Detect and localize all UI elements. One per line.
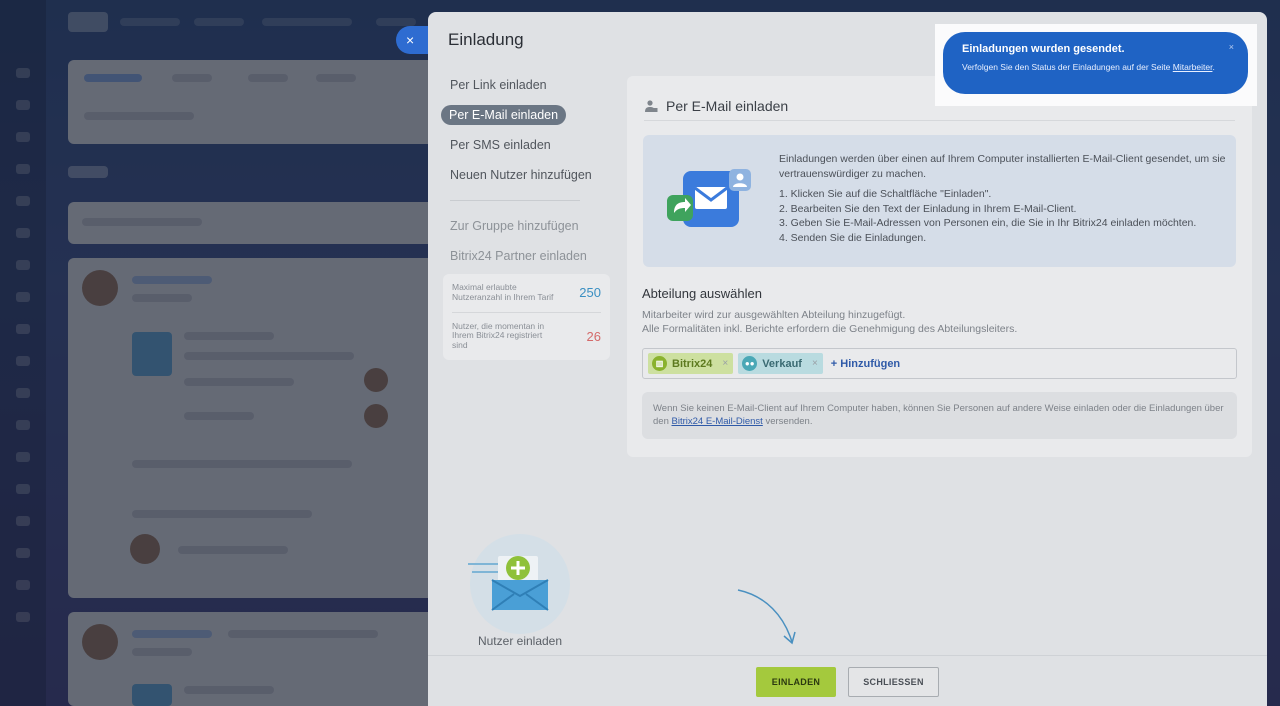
department-tag-bitrix24[interactable]: ▥ Bitrix24 × [648,353,734,374]
notification-title: Einladungen wurden gesendet. [962,43,1125,55]
email-invite-panel: Per E-Mail einladen Einladungen werden ü… [627,76,1252,457]
close-button[interactable]: SCHLIESSEN [848,667,939,697]
notification-popup: Einladungen wurden gesendet. Verfolgen S… [943,32,1248,94]
invite-users-label: Nutzer einladen [477,634,563,648]
email-info-box: Einladungen werden über einen auf Ihrem … [643,135,1236,267]
email-client-note: Wenn Sie keinen E-Mail-Client auf Ihrem … [642,392,1237,439]
email-client-icon [667,169,751,227]
note-text-end: versenden. [762,416,813,427]
info-step-2: 2. Bearbeiten Sie den Text der Einladung… [779,202,1077,215]
info-intro: Einladungen werden über einen auf Ihrem … [779,153,1226,180]
stat-current-label: Nutzer, die momentan in Ihrem Bitrix24 r… [452,320,545,351]
notification-close-icon[interactable]: × [1229,42,1234,52]
nav-item-add-user[interactable]: Neuen Nutzer hinzufügen [440,160,610,190]
stat-max-label: Maximal erlaubte Nutzeranzahl in Ihrem T… [452,282,554,302]
hint-arrow-icon [737,589,796,645]
invite-button[interactable]: EINLADEN [756,667,836,697]
slider-title: Einladung [448,30,524,49]
info-steps: 1. Klicken Sie auf die Schaltfläche "Ein… [779,187,1229,245]
invite-method-nav: Per Link einladen Per E-Mail einladen Pe… [440,70,610,271]
nav-item-partner[interactable]: Bitrix24 Partner einladen [440,241,610,271]
department-description: Mitarbeiter wird zur ausgewählten Abteil… [642,308,1017,336]
stat-max-value: 250 [579,285,601,301]
add-department-link[interactable]: + Hinzufügen [831,358,900,370]
notification-message: Verfolgen Sie den Status der Einladungen… [962,62,1173,72]
group-icon: ●● [742,356,758,371]
slider-footer: EINLADEN SCHLIESSEN [428,655,1267,706]
email-service-link[interactable]: Bitrix24 E-Mail-Dienst [672,416,763,427]
notification-text: Verfolgen Sie den Status der Einladungen… [962,62,1229,73]
invitation-slider: Einladung Per Link einladen Per E-Mail e… [428,12,1267,706]
info-step-1: 1. Klicken Sie auf die Schaltfläche "Ein… [779,188,992,200]
nav-item-link[interactable]: Per Link einladen [440,70,610,100]
nav-divider [450,200,580,201]
panel-title: Per E-Mail einladen [666,97,789,114]
department-selector[interactable]: ▥ Bitrix24 × ●● Verkauf × + Hinzufügen [642,348,1237,379]
nav-item-email[interactable]: Per E-Mail einladen [441,105,567,125]
stat-max-users: Maximal erlaubte Nutzeranzahl in Ihrem T… [452,274,601,312]
stat-current-value: 26 [586,328,601,344]
info-step-4: 4. Senden Sie die Einladungen. [779,231,927,244]
user-invite-icon [645,99,658,112]
department-tag-verkauf[interactable]: ●● Verkauf × [738,353,823,374]
close-icon: × [406,32,415,48]
department-tag-label: Verkauf [762,357,802,370]
remove-tag-icon[interactable]: × [722,358,728,369]
nav-item-sms[interactable]: Per SMS einladen [440,130,610,160]
company-icon: ▥ [652,356,667,371]
info-step-3: 3. Geben Sie E-Mail-Adressen von Persone… [779,217,1197,229]
department-description-line-1: Mitarbeiter wird zur ausgewählten Abteil… [642,309,906,321]
info-text: Einladungen werden über einen auf Ihrem … [779,152,1229,245]
notification-message-end: . [1212,62,1215,72]
nav-item-group[interactable]: Zur Gruppe hinzufügen [440,211,610,241]
stat-current-users: Nutzer, die momentan in Ihrem Bitrix24 r… [452,311,601,360]
remove-tag-icon[interactable]: × [812,358,818,369]
department-title: Abteilung auswählen [642,286,762,301]
user-stats: Maximal erlaubte Nutzeranzahl in Ihrem T… [443,274,610,360]
department-tag-label: Bitrix24 [672,357,713,370]
invite-users-illustration [468,534,570,634]
employees-link[interactable]: Mitarbeiter [1173,62,1213,72]
department-description-line-2: Alle Formalitäten inkl. Berichte erforde… [642,323,1018,335]
